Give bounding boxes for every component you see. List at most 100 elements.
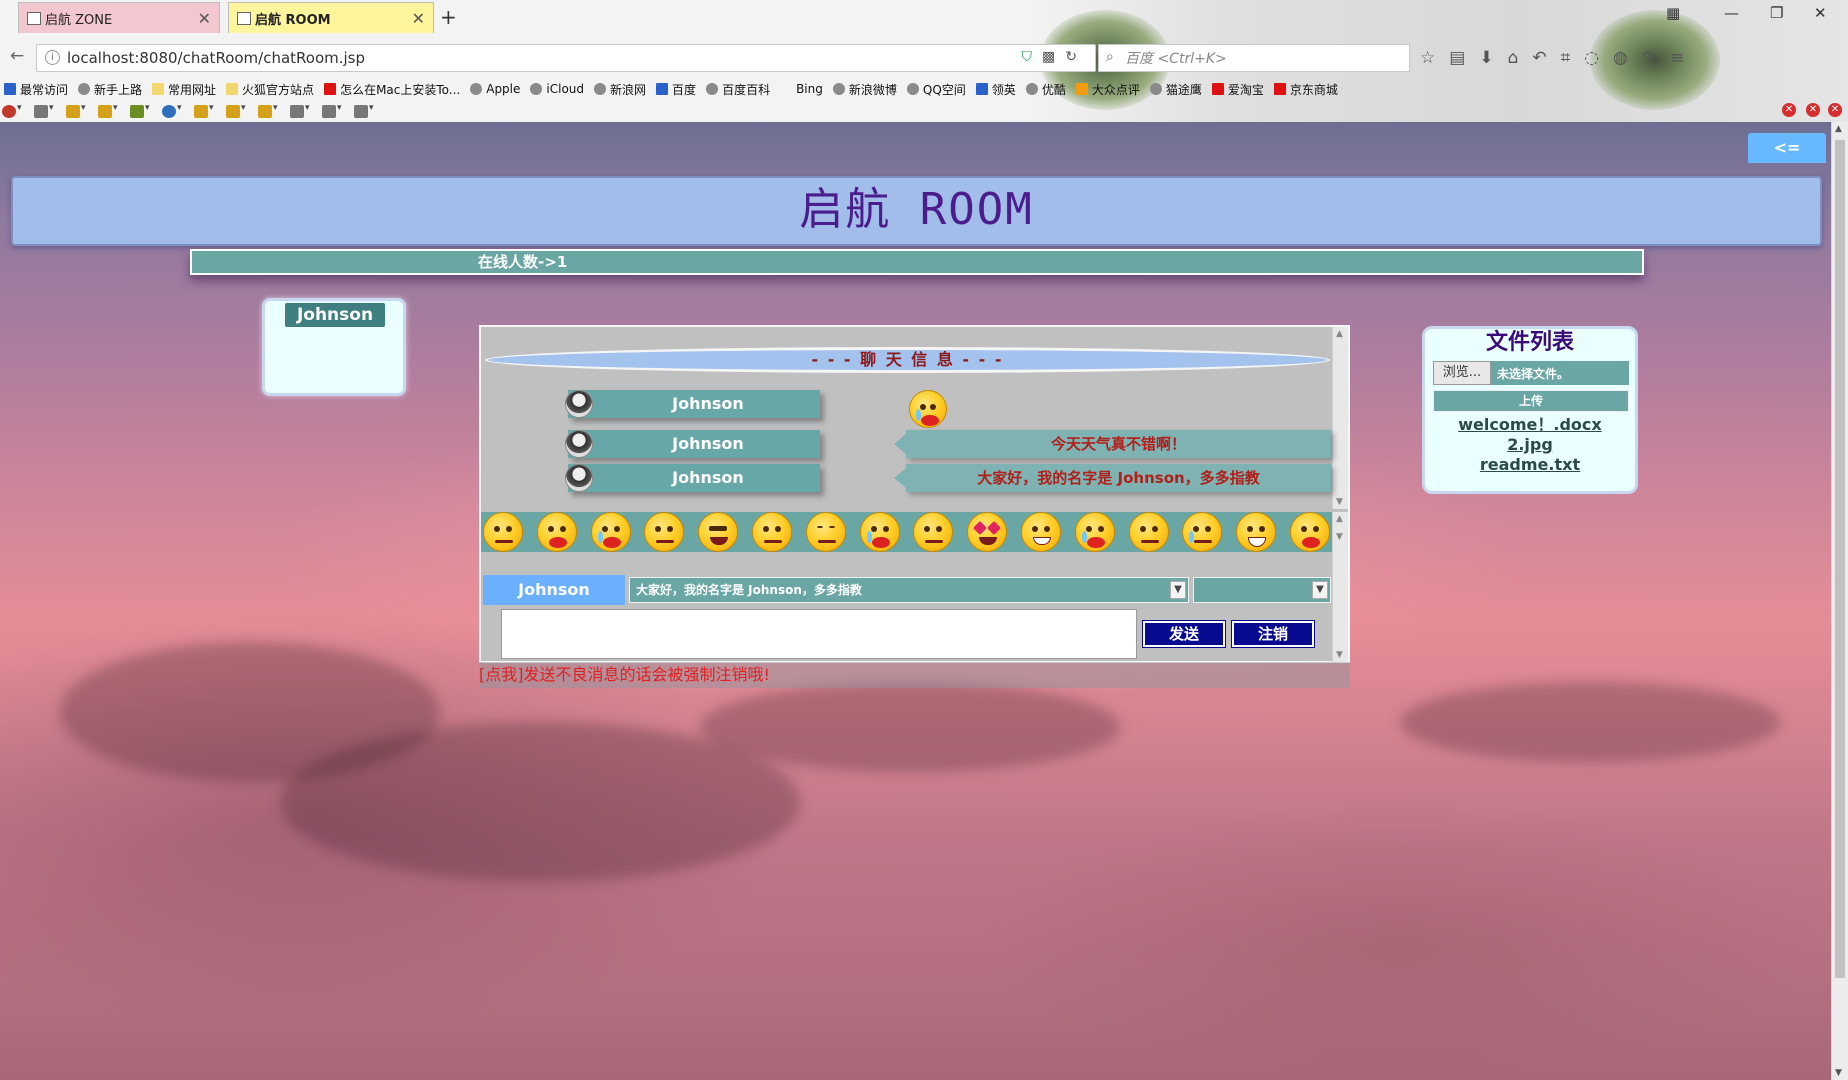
pencil-icon[interactable] [226,103,246,118]
close-window-icon[interactable]: ✕ [1814,4,1827,22]
menu-icon[interactable]: ≡ [1670,48,1698,68]
file-link[interactable]: readme.txt [1425,455,1635,475]
scroll-down-icon[interactable]: ▼ [1336,650,1343,660]
bookmark-item[interactable]: Bing [780,82,823,96]
warning-link[interactable]: [点我]发送不良消息的话会被强制注销哦! [479,662,1350,688]
scrollbar-thumb[interactable] [1835,140,1845,978]
laughing-tears-emoji[interactable] [590,512,631,552]
bookmark-item[interactable]: 火狐官方站点 [226,81,314,98]
restore-icon[interactable]: ❐ [1770,4,1783,22]
note-icon[interactable] [194,103,214,118]
bookmark-item[interactable]: 大众点评 [1075,81,1140,98]
quick-phrase-select[interactable]: 大家好，我的名字是 Johnson，多多指教 ▼ [629,577,1189,603]
image-icon[interactable] [130,103,150,118]
clipboard-icon[interactable] [98,103,118,118]
bookmark-item[interactable]: 爱淘宝 [1211,81,1264,98]
sobbing-emoji[interactable] [1074,512,1115,552]
bookmark-item[interactable]: 新浪微博 [832,81,897,98]
browse-button[interactable]: 浏览... [1433,361,1491,385]
redo-icon[interactable]: ↷ [1642,48,1670,68]
minimize-icon[interactable]: — [1724,4,1739,22]
bookmark-item[interactable]: 新浪网 [594,81,646,98]
download-icon[interactable]: ⬇ [1479,48,1507,68]
chat-scrollbar[interactable]: ▲ ▼ [1332,327,1348,509]
bookmark-item[interactable]: 猫途鹰 [1149,81,1202,98]
scroll-up-icon[interactable]: ▲ [1336,329,1343,339]
reading-list-icon[interactable]: ▤ [1449,48,1479,68]
close-icon[interactable]: ✕ [1782,103,1796,117]
bookmark-star-icon[interactable]: ☆ [1420,48,1449,68]
ruler-icon[interactable] [258,103,278,118]
bookmark-item[interactable]: 百度百科 [706,81,770,98]
bookmark-item[interactable]: 京东商城 [1273,81,1338,98]
info-icon[interactable] [162,103,182,118]
tongue-emoji[interactable] [1289,512,1330,552]
logout-button[interactable]: 注销 [1231,620,1315,648]
tools-icon[interactable] [290,103,310,118]
bookmark-item[interactable]: QQ空间 [906,81,966,98]
bookmark-item[interactable]: iCloud [530,82,584,96]
close-icon[interactable]: ✕ [1806,103,1820,117]
pen-icon[interactable] [66,103,86,118]
bookmark-item[interactable]: 领英 [975,81,1016,98]
angry-emoji[interactable] [536,512,577,552]
worried-emoji[interactable] [483,512,523,552]
chevron-down-icon[interactable]: ▼ [1170,581,1186,599]
scroll-down-icon[interactable]: ▼ [1835,1068,1842,1078]
dizzy-emoji[interactable] [1128,512,1169,552]
toggle-panel-button[interactable]: <= [1748,133,1826,163]
user-icon[interactable] [34,103,54,118]
bookmark-item[interactable]: 优酷 [1025,81,1066,98]
new-tab-icon[interactable]: + [440,5,457,29]
chevron-down-icon[interactable]: ▼ [1312,581,1328,599]
close-icon[interactable]: ✕ [198,9,211,28]
bookmark-item[interactable]: 新手上路 [78,81,142,98]
bookmark-item[interactable]: 最常访问 [4,81,68,98]
file-link[interactable]: 2.jpg [1425,435,1635,455]
page-scrollbar[interactable]: ▲ ▼ [1831,122,1848,1080]
undo-icon[interactable]: ↶ [1532,48,1560,68]
scroll-up-icon[interactable]: ▲ [1835,124,1842,134]
tab-qihang-room[interactable]: 启航 ROOM ✕ [228,2,434,33]
chat-icon[interactable]: ◌ [1584,48,1613,68]
url-bar[interactable]: i localhost:8080/chatRoom/chatRoom.jsp ⛉… [36,44,1096,72]
message-input[interactable] [501,609,1137,659]
tab-groups-icon[interactable]: ▦ [1666,4,1680,22]
input-scrollbar[interactable]: ▲ ▼ ▼ [1332,512,1348,662]
cool-emoji[interactable] [698,512,739,552]
page-icon[interactable] [354,103,374,118]
send-button[interactable]: 发送 [1142,620,1226,648]
crying-emoji[interactable] [859,512,900,552]
bookmark-item[interactable]: 常用网址 [152,81,216,98]
extension-icon[interactable]: ◍ [1613,48,1642,68]
shield-icon[interactable]: ⛉ [1022,49,1043,65]
big-grin-emoji[interactable] [1236,512,1277,552]
sleeping-emoji[interactable] [805,512,846,552]
reload-icon[interactable]: ↻ [1065,49,1087,65]
crop-icon[interactable]: ⌗ [1561,48,1585,68]
info-icon[interactable]: i [45,50,60,65]
qr-code-icon[interactable]: ▩ [1042,49,1065,65]
upload-button[interactable]: 上传 [1433,390,1629,412]
bookmark-item[interactable]: Apple [470,82,520,96]
search-box[interactable]: ⌕ 百度 <Ctrl+K> [1098,44,1410,72]
scroll-down-icon[interactable]: ▼ [1336,532,1343,542]
sad-emoji[interactable] [1182,512,1223,552]
home-icon[interactable]: ⌂ [1508,48,1533,68]
block-icon[interactable] [2,103,22,118]
sleepy-emoji[interactable] [644,512,685,552]
tab-qihang-zone[interactable]: 启航 ZONE ✕ [18,2,220,33]
grin-emoji[interactable] [1020,512,1061,552]
heart-eyes-emoji[interactable] [967,512,1008,552]
online-user[interactable]: Johnson [285,303,385,327]
close-icon[interactable]: ✕ [412,9,425,28]
thinking-emoji[interactable] [913,512,954,552]
scroll-down-icon[interactable]: ▼ [1336,497,1343,507]
close-icon[interactable]: ✕ [1828,103,1842,117]
bookmark-item[interactable]: 百度 [656,81,696,98]
bookmark-item[interactable]: 怎么在Mac上安装To... [324,81,460,98]
back-icon[interactable]: ← [10,46,24,66]
terminal-icon[interactable] [322,103,342,118]
scroll-up-icon[interactable]: ▲ [1336,514,1343,524]
recipient-select[interactable]: ▼ [1193,577,1331,603]
